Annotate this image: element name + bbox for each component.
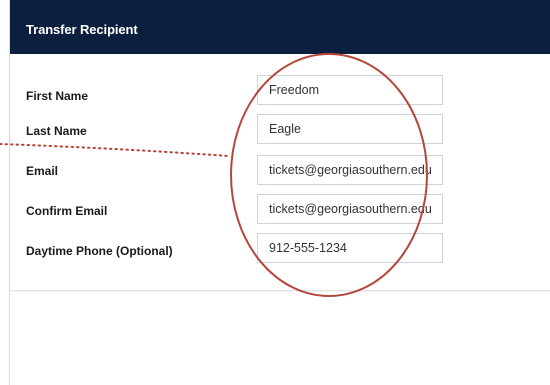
daytime-phone-label: Daytime Phone (Optional) [26,244,173,258]
recipient-form: First Name Last Name Email Confirm Email… [10,54,550,291]
email-input[interactable] [257,155,443,185]
panel-title: Transfer Recipient [26,22,138,37]
first-name-input[interactable] [257,75,443,105]
email-label: Email [26,164,59,178]
lower-blank-area [10,292,550,385]
panel-header: Transfer Recipient [10,0,550,54]
confirm-email-label: Confirm Email [26,204,108,218]
confirm-email-input[interactable] [257,194,443,224]
last-name-label: Last Name [26,124,87,138]
transfer-recipient-panel: Transfer Recipient First Name Last Name … [9,0,550,385]
daytime-phone-input[interactable] [257,233,443,263]
first-name-label: First Name [26,89,89,103]
last-name-input[interactable] [257,114,443,144]
